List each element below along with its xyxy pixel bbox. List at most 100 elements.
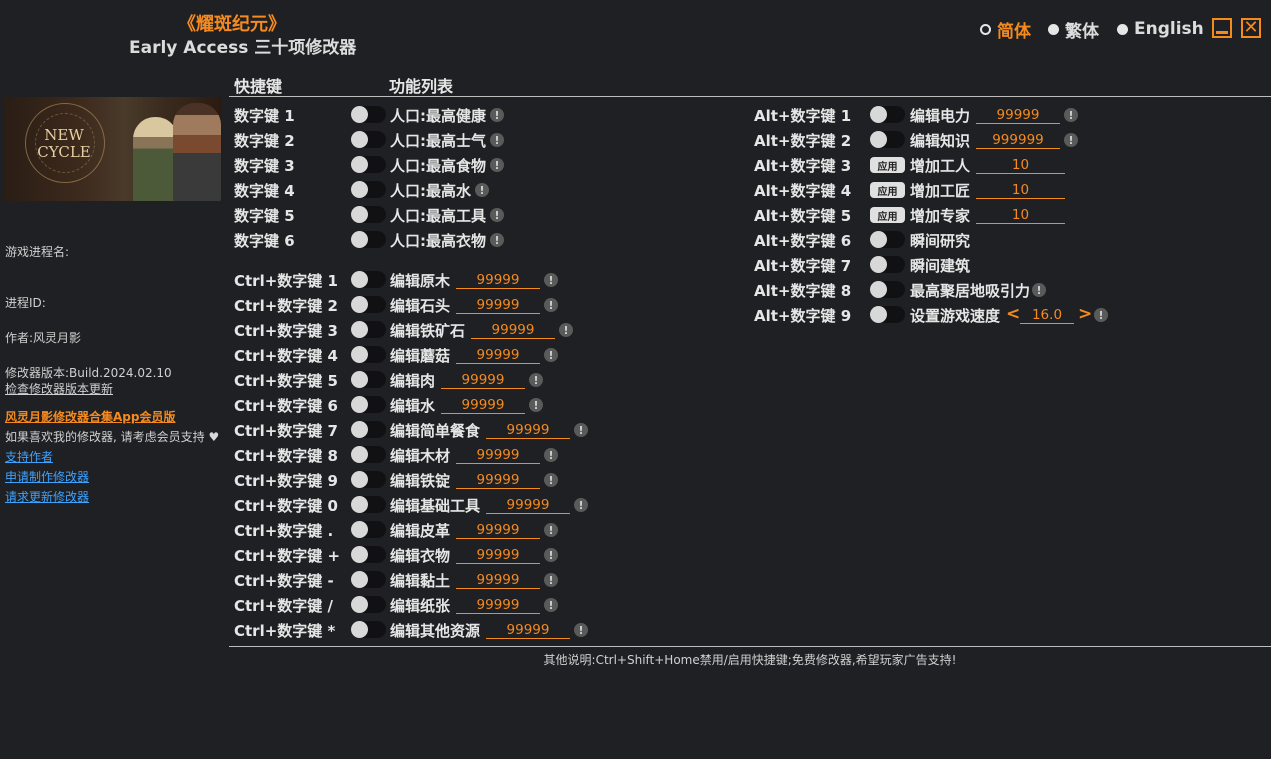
value-input[interactable] — [486, 421, 570, 439]
value-input[interactable] — [976, 156, 1065, 174]
hotkey-label: Ctrl+数字键 * — [234, 622, 336, 640]
lang-english[interactable]: English — [1117, 18, 1204, 40]
feature-row: Ctrl+数字键 0 编辑基础工具! — [0, 495, 740, 517]
feature-toggle[interactable] — [351, 571, 386, 588]
feature-label: 编辑电力 — [910, 107, 971, 125]
lang-traditional-label: 繁体 — [1065, 21, 1099, 42]
hotkey-label: Ctrl+数字键 7 — [234, 422, 338, 440]
value-input[interactable] — [976, 131, 1060, 149]
feature-row: Alt+数字键 2 编辑知识! — [0, 130, 1271, 152]
value-input[interactable] — [976, 181, 1065, 199]
close-icon[interactable]: ✕ — [1241, 18, 1261, 38]
info-icon[interactable]: ! — [544, 473, 558, 487]
hotkey-label: Ctrl+数字键 . — [234, 522, 334, 540]
info-icon[interactable]: ! — [574, 623, 588, 637]
info-icon[interactable]: ! — [574, 498, 588, 512]
lang-simplified-label: 简体 — [997, 21, 1031, 42]
feature-toggle[interactable] — [870, 306, 905, 323]
info-icon[interactable]: ! — [544, 548, 558, 562]
feature-label: 编辑其他资源 — [390, 622, 481, 640]
feature-label: 增加工匠 — [910, 182, 971, 200]
feature-toggle[interactable] — [870, 106, 905, 123]
value-input[interactable] — [976, 206, 1065, 224]
feature-row: Ctrl+数字键 6 编辑水! — [0, 395, 740, 417]
hotkey-label: Alt+数字键 1 — [754, 107, 852, 125]
info-icon[interactable]: ! — [529, 373, 543, 387]
feature-row: Alt+数字键 9 设置游戏速度 < >! — [0, 304, 1271, 327]
hotkey-label: Ctrl+数字键 8 — [234, 447, 338, 465]
minimize-icon[interactable] — [1212, 18, 1232, 38]
feature-toggle[interactable] — [351, 521, 386, 538]
value-input[interactable] — [456, 346, 540, 364]
footer-note: 其他说明:Ctrl+Shift+Home禁用/启用快捷键;免费修改器,希望玩家广… — [543, 653, 957, 667]
feature-toggle[interactable] — [870, 281, 905, 298]
feature-row: Ctrl+数字键 4 编辑蘑菇! — [0, 345, 740, 367]
increase-arrow[interactable]: > — [1078, 304, 1092, 324]
apply-button[interactable]: 应用 — [870, 182, 905, 198]
lang-english-label: English — [1134, 19, 1204, 39]
feature-row: Ctrl+数字键 + 编辑衣物! — [0, 545, 740, 567]
info-icon[interactable]: ! — [1094, 308, 1108, 322]
hotkey-label: Ctrl+数字键 4 — [234, 347, 338, 365]
feature-label: 编辑木材 — [390, 447, 451, 465]
feature-toggle[interactable] — [351, 421, 386, 438]
info-icon[interactable]: ! — [529, 398, 543, 412]
feature-row: Alt+数字键 8 最高聚居地吸引力! — [0, 280, 1271, 302]
value-input[interactable] — [456, 521, 540, 539]
feature-label: 增加专家 — [910, 207, 971, 225]
hotkey-label: Ctrl+数字键 - — [234, 572, 334, 590]
value-input[interactable] — [456, 546, 540, 564]
value-input[interactable] — [456, 471, 540, 489]
feature-label: 编辑皮革 — [390, 522, 451, 540]
info-icon[interactable]: ! — [574, 423, 588, 437]
lang-simplified[interactable]: 简体 — [980, 18, 1031, 42]
value-input[interactable] — [456, 596, 540, 614]
lang-traditional[interactable]: 繁体 — [1048, 18, 1099, 42]
info-icon[interactable]: ! — [544, 598, 558, 612]
speed-input[interactable] — [1020, 306, 1074, 324]
feature-toggle[interactable] — [870, 256, 905, 273]
value-input[interactable] — [486, 496, 570, 514]
info-icon[interactable]: ! — [544, 348, 558, 362]
feature-toggle[interactable] — [351, 546, 386, 563]
feature-toggle[interactable] — [351, 496, 386, 513]
feature-row: Alt+数字键 1 编辑电力! — [0, 105, 1271, 127]
feature-label: 最高聚居地吸引力 — [910, 282, 1031, 300]
info-icon[interactable]: ! — [1064, 133, 1078, 147]
apply-button[interactable]: 应用 — [870, 207, 905, 223]
hotkey-label: Alt+数字键 4 — [754, 182, 852, 200]
feature-toggle[interactable] — [870, 231, 905, 248]
feature-toggle[interactable] — [351, 346, 386, 363]
info-icon[interactable]: ! — [544, 573, 558, 587]
feature-toggle[interactable] — [351, 446, 386, 463]
value-input[interactable] — [486, 621, 570, 639]
feature-toggle[interactable] — [351, 596, 386, 613]
hotkey-label: Alt+数字键 8 — [754, 282, 852, 300]
feature-toggle[interactable] — [351, 471, 386, 488]
feature-row: Ctrl+数字键 / 编辑纸张! — [0, 595, 740, 617]
feature-row: Alt+数字键 3 应用 增加工人 — [0, 155, 1271, 177]
feature-toggle[interactable] — [351, 371, 386, 388]
value-input[interactable] — [976, 106, 1060, 124]
hotkey-label: Ctrl+数字键 + — [234, 547, 341, 565]
trainer-subtitle: Early Access 三十项修改器 — [129, 38, 357, 58]
hotkey-label: Alt+数字键 9 — [754, 307, 852, 325]
apply-button[interactable]: 应用 — [870, 157, 905, 173]
info-icon[interactable]: ! — [1064, 108, 1078, 122]
feature-toggle[interactable] — [870, 131, 905, 148]
feature-toggle[interactable] — [351, 621, 386, 638]
info-icon[interactable]: ! — [544, 448, 558, 462]
header-divider — [229, 96, 1271, 97]
hotkey-label: Ctrl+数字键 5 — [234, 372, 338, 390]
value-input[interactable] — [441, 371, 525, 389]
info-icon[interactable]: ! — [1032, 283, 1046, 297]
feature-toggle[interactable] — [351, 396, 386, 413]
hotkey-label: Alt+数字键 2 — [754, 132, 852, 150]
decrease-arrow[interactable]: < — [1006, 304, 1020, 324]
value-input[interactable] — [456, 446, 540, 464]
value-input[interactable] — [441, 396, 525, 414]
value-input[interactable] — [456, 571, 540, 589]
footer-divider — [229, 646, 1271, 647]
info-icon[interactable]: ! — [544, 523, 558, 537]
feature-label: 瞬间建筑 — [910, 257, 971, 275]
